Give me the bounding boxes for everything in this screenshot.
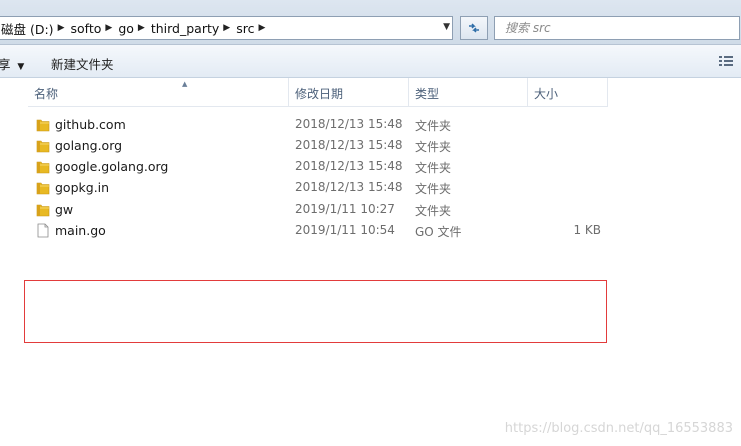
address-bar[interactable]: 磁盘 (D:) ▶ softo ▶ go ▶ third_party ▶ src… <box>0 16 453 40</box>
share-label: 享 <box>0 57 11 72</box>
file-name: google.golang.org <box>55 159 169 174</box>
column-type[interactable]: 类型 <box>409 78 528 106</box>
breadcrumb-src[interactable]: src <box>234 21 258 36</box>
file-name: golang.org <box>55 138 123 153</box>
column-size[interactable]: 大小 <box>528 78 608 106</box>
file-name: github.com <box>55 117 126 132</box>
view-options-icon[interactable] <box>719 55 733 67</box>
folder-icon <box>36 182 50 195</box>
file-type: 文件夹 <box>415 161 452 175</box>
breadcrumb-softo[interactable]: softo <box>69 21 106 36</box>
breadcrumb-separator-icon[interactable]: ▶ <box>138 23 149 33</box>
file-icon <box>37 223 49 238</box>
refresh-icon <box>469 23 479 33</box>
watermark: https://blog.csdn.net/qq_16553883 <box>504 421 733 436</box>
breadcrumb-separator-icon[interactable]: ▶ <box>223 23 234 33</box>
file-row[interactable]: gw 2019/1/11 10:27 文件夹 <box>28 199 608 220</box>
file-type: GO 文件 <box>415 225 462 239</box>
column-name[interactable]: 名称 <box>28 78 289 106</box>
column-header: ▲ 名称 修改日期 类型 大小 <box>28 78 608 107</box>
column-modified[interactable]: 修改日期 <box>289 78 409 106</box>
breadcrumb-separator-icon[interactable]: ▶ <box>105 23 116 33</box>
file-modified: 2018/12/13 15:48 <box>295 138 403 152</box>
toolbar: 享 ▼ 新建文件夹 <box>0 45 741 78</box>
chevron-down-icon[interactable]: ▼ <box>443 22 450 32</box>
address-bar-row: 磁盘 (D:) ▶ softo ▶ go ▶ third_party ▶ src… <box>0 0 741 45</box>
file-modified: 2019/1/11 10:54 <box>295 223 395 237</box>
share-button[interactable]: 享 ▼ <box>0 54 24 73</box>
breadcrumb-separator-icon[interactable]: ▶ <box>58 23 69 33</box>
file-modified: 2019/1/11 10:27 <box>295 202 395 216</box>
search-box[interactable] <box>494 16 740 40</box>
folder-icon <box>36 119 50 132</box>
file-type: 文件夹 <box>415 182 452 196</box>
file-name: gw <box>55 202 74 217</box>
file-row[interactable]: golang.org 2018/12/13 15:48 文件夹 <box>28 135 608 156</box>
chevron-down-icon: ▼ <box>14 62 25 72</box>
file-row[interactable]: main.go 2019/1/11 10:54 GO 文件 1 KB <box>28 220 608 241</box>
file-row[interactable]: gopkg.in 2018/12/13 15:48 文件夹 <box>28 177 608 198</box>
file-name: main.go <box>55 223 106 238</box>
new-folder-button[interactable]: 新建文件夹 <box>51 54 114 73</box>
file-type: 文件夹 <box>415 204 452 218</box>
folder-icon <box>36 204 50 217</box>
breadcrumb-separator-icon[interactable]: ▶ <box>258 23 269 33</box>
file-type: 文件夹 <box>415 119 452 133</box>
file-name: gopkg.in <box>55 180 110 195</box>
file-list: ▲ 名称 修改日期 类型 大小 github.com 2018/12/13 15:… <box>0 78 741 446</box>
file-row[interactable]: github.com 2018/12/13 15:48 文件夹 <box>28 114 608 135</box>
folder-icon <box>36 161 50 174</box>
folder-icon <box>36 140 50 153</box>
refresh-button[interactable] <box>460 16 488 40</box>
breadcrumb-drive[interactable]: 磁盘 (D:) <box>0 19 58 38</box>
file-row[interactable]: google.golang.org 2018/12/13 15:48 文件夹 <box>28 156 608 177</box>
breadcrumb-go[interactable]: go <box>116 21 138 36</box>
file-modified: 2018/12/13 15:48 <box>295 117 403 131</box>
file-modified: 2018/12/13 15:48 <box>295 180 403 194</box>
highlight-box <box>24 280 607 343</box>
breadcrumb-third-party[interactable]: third_party <box>149 21 223 36</box>
file-modified: 2018/12/13 15:48 <box>295 159 403 173</box>
file-size: 1 KB <box>573 223 601 237</box>
file-type: 文件夹 <box>415 140 452 154</box>
search-input[interactable] <box>503 20 707 36</box>
